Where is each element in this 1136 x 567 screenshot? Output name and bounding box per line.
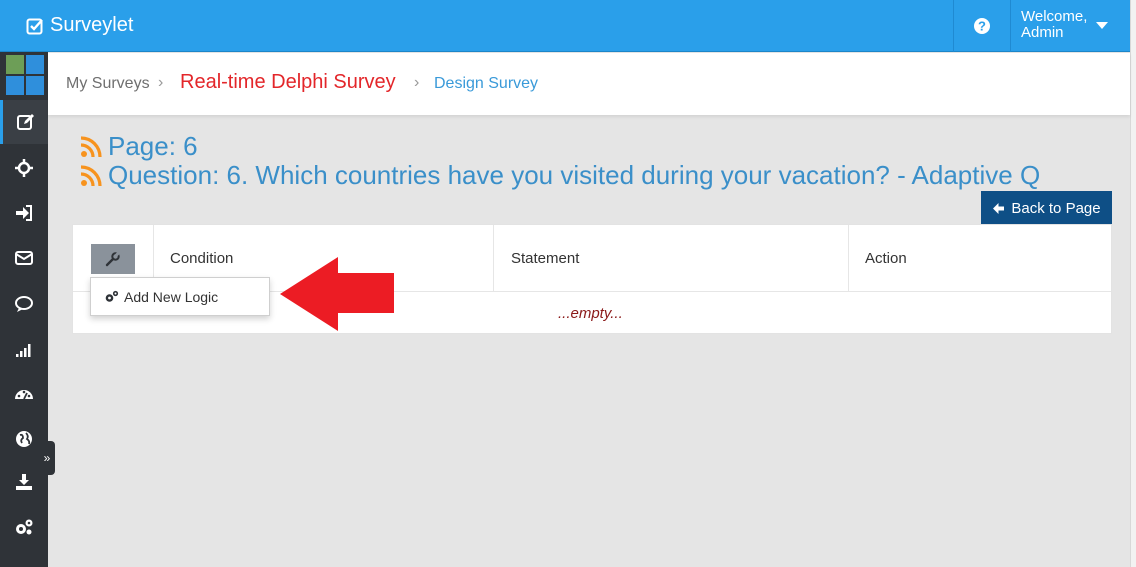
envelope-icon xyxy=(15,251,33,265)
crosshairs-icon xyxy=(15,159,33,177)
sidebar xyxy=(0,52,48,567)
divider xyxy=(953,0,954,52)
sidebar-item-settings[interactable] xyxy=(0,505,48,549)
column-action: Action xyxy=(865,250,907,267)
svg-text:?: ? xyxy=(978,19,986,34)
chevron-right-icon: › xyxy=(414,74,420,91)
rss-icon xyxy=(80,135,102,157)
sidebar-item-reports[interactable] xyxy=(0,327,48,371)
back-to-page-button[interactable]: Back to Page xyxy=(981,191,1112,226)
empty-message: ...empty... xyxy=(558,305,623,322)
check-square-icon xyxy=(26,18,43,34)
user-menu[interactable]: Welcome, Admin xyxy=(1021,9,1087,41)
breadcrumb: My Surveys › Real-time Delphi Survey › D… xyxy=(48,53,1130,115)
sidebar-item-comments[interactable] xyxy=(0,282,48,326)
cogs-icon xyxy=(105,290,119,302)
top-navbar: Surveylet ? Welcome, Admin xyxy=(0,0,1136,52)
sidebar-item-signin[interactable] xyxy=(0,191,48,235)
divider xyxy=(1010,0,1011,52)
help-icon[interactable]: ? xyxy=(972,16,992,36)
brand[interactable]: Surveylet xyxy=(26,14,133,37)
sidebar-item-dashboard[interactable] xyxy=(0,372,48,416)
window-edge xyxy=(1130,0,1136,567)
question-title: Question: 6. Which countries have you vi… xyxy=(108,160,1041,190)
page-heading: Page: 6 xyxy=(80,131,198,162)
sidebar-item-mail[interactable] xyxy=(0,236,48,280)
sign-in-icon xyxy=(16,205,32,221)
logic-dropdown-menu[interactable]: Add New Logic xyxy=(90,277,270,316)
column-statement: Statement xyxy=(511,250,580,267)
edit-icon xyxy=(16,114,34,130)
rss-icon xyxy=(80,164,102,186)
column-divider xyxy=(848,225,849,292)
breadcrumb-survey-title[interactable]: Real-time Delphi Survey xyxy=(180,71,396,94)
user-name: Admin xyxy=(1021,24,1064,41)
column-divider xyxy=(493,225,494,292)
cogs-icon xyxy=(16,519,33,535)
back-to-page-label: Back to Page xyxy=(1011,200,1101,217)
double-chevron-right-icon: » xyxy=(43,451,51,465)
chevron-right-icon: › xyxy=(158,74,164,91)
add-new-logic-label[interactable]: Add New Logic xyxy=(124,289,218,305)
caret-down-icon[interactable] xyxy=(1096,22,1108,29)
wrench-icon xyxy=(105,251,120,267)
arrow-left-icon xyxy=(993,203,1005,214)
breadcrumb-my-surveys[interactable]: My Surveys xyxy=(66,75,150,93)
welcome-text: Welcome, xyxy=(1021,8,1088,25)
globe-icon xyxy=(16,431,32,447)
page-title: Page: 6 xyxy=(108,131,198,161)
sidebar-expand-button[interactable]: » xyxy=(39,441,55,475)
breadcrumb-design-survey[interactable]: Design Survey xyxy=(434,75,538,93)
comment-icon xyxy=(15,296,33,312)
apps-grid-icon[interactable] xyxy=(6,55,44,95)
logic-tools-button[interactable] xyxy=(91,244,135,274)
signal-icon xyxy=(16,344,31,357)
sidebar-item-design[interactable] xyxy=(0,100,48,144)
question-heading: Question: 6. Which countries have you vi… xyxy=(80,160,1040,191)
sidebar-item-crosshairs[interactable] xyxy=(0,146,48,190)
brand-name: Surveylet xyxy=(50,14,134,36)
dashboard-icon xyxy=(15,390,33,400)
annotation-arrow-icon xyxy=(280,257,394,331)
download-icon xyxy=(16,474,32,490)
